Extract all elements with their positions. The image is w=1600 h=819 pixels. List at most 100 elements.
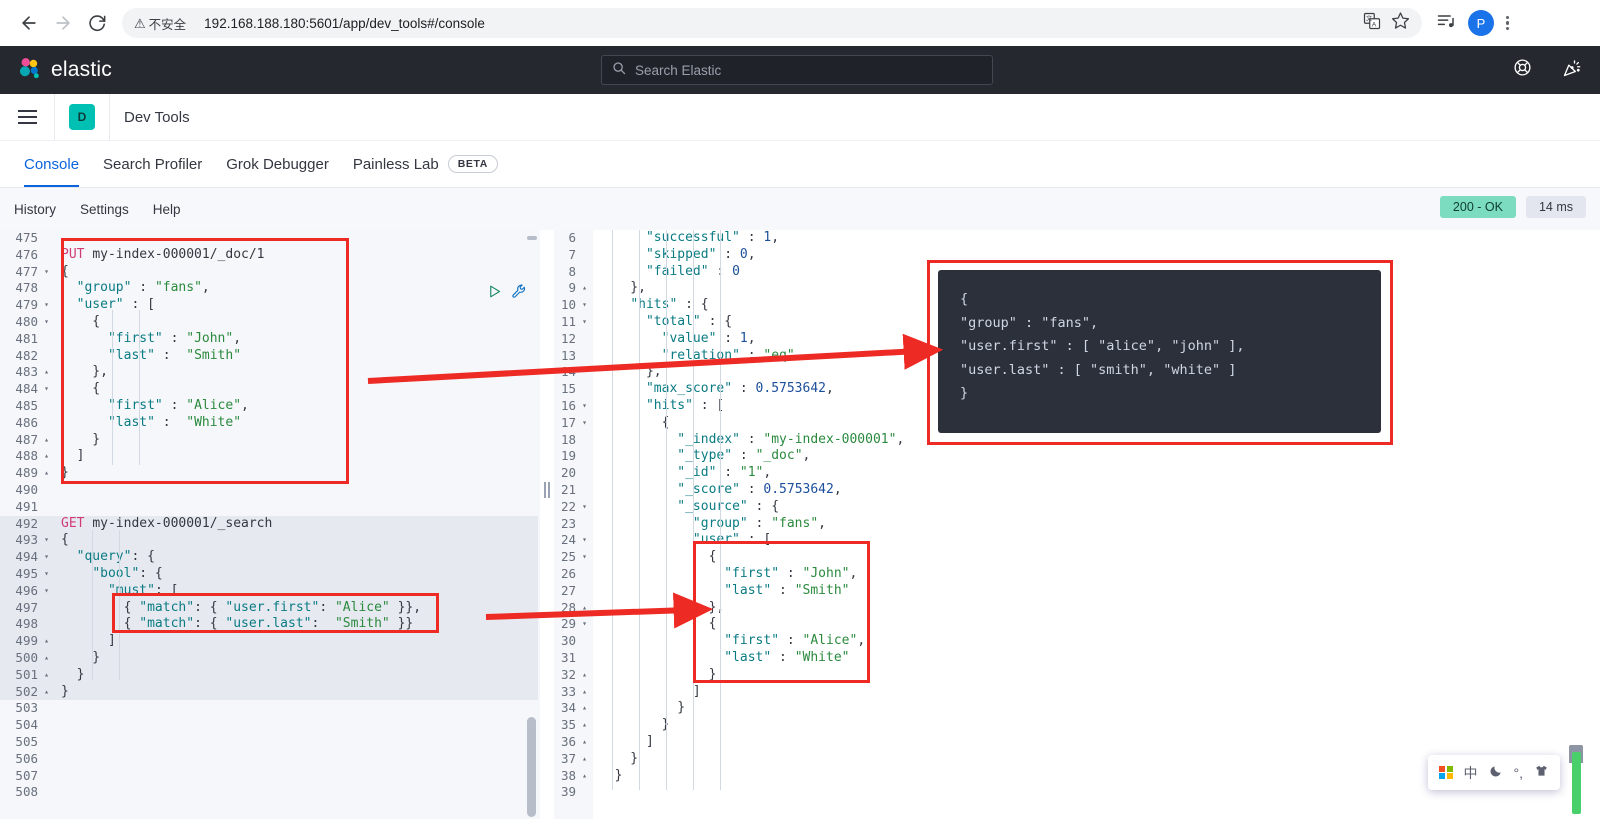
tab-grok-debugger[interactable]: Grok Debugger [214, 141, 341, 187]
code-line[interactable]: 508 [0, 784, 538, 801]
fold-toggle[interactable]: ▴ [578, 717, 591, 734]
fold-toggle[interactable]: ▾ [578, 532, 591, 549]
code-line[interactable]: 7 "skipped" : 0, [538, 247, 1600, 264]
code-line[interactable]: 484 ▾ { [0, 381, 538, 398]
wrench-icon[interactable] [511, 283, 527, 304]
code-line[interactable]: 488 ▴ ] [0, 448, 538, 465]
code-line[interactable]: 501 ▴ } [0, 666, 538, 684]
code-line[interactable]: 22 ▾ "_source" : { [538, 499, 1600, 516]
fold-toggle[interactable]: ▴ [578, 751, 591, 768]
url-text[interactable]: 192.168.188.180:5601/app/dev_tools#/cons… [204, 16, 485, 31]
code-line[interactable]: 477 ▾ { [0, 264, 538, 281]
code-line[interactable]: 483 ▴ }, [0, 364, 538, 381]
code-line[interactable]: 30 "first" : "Alice", [538, 633, 1600, 650]
code-line[interactable]: 25 ▾ { [538, 549, 1600, 566]
code-line[interactable]: 481 "first" : "John", [0, 331, 538, 348]
fold-toggle[interactable]: ▾ [40, 314, 53, 331]
star-icon[interactable] [1391, 11, 1410, 35]
code-line[interactable]: 492 GET my-index-000001/_search [0, 515, 538, 533]
fold-toggle[interactable]: ▾ [578, 549, 591, 566]
pane-splitter-handle[interactable] [540, 230, 554, 819]
help-lifebuoy-icon[interactable] [1513, 58, 1532, 82]
code-line[interactable]: 490 [0, 482, 538, 499]
fold-toggle[interactable]: ▴ [40, 364, 53, 381]
play-run-icon[interactable] [487, 284, 502, 304]
fold-toggle[interactable]: ▾ [578, 314, 591, 331]
reload-icon[interactable] [80, 6, 114, 40]
fold-toggle[interactable]: ▴ [578, 280, 591, 297]
code-line[interactable]: 26 "first" : "John", [538, 566, 1600, 583]
code-line[interactable]: 6 "successful" : 1, [538, 230, 1600, 247]
code-line[interactable]: 28 ▴ }, [538, 600, 1600, 617]
code-line[interactable]: 507 [0, 768, 538, 785]
code-line[interactable]: 24 ▾ "user" : [ [538, 532, 1600, 549]
fold-toggle[interactable]: ▴ [40, 650, 53, 667]
fold-toggle[interactable]: ▾ [40, 549, 53, 566]
code-line[interactable]: 480 ▾ { [0, 314, 538, 331]
code-line[interactable]: 31 "last" : "White" [538, 650, 1600, 667]
help-button[interactable]: Help [153, 202, 181, 217]
code-line[interactable]: 21 "_score" : 0.5753642, [538, 482, 1600, 499]
fold-toggle[interactable]: ▾ [578, 616, 591, 633]
code-line[interactable]: 498 { "match": { "user.last": "Smith" }} [0, 616, 538, 634]
code-line[interactable]: 18 "_index" : "my-index-000001", [538, 432, 1600, 449]
code-line[interactable]: 499 ▴ ] [0, 633, 538, 650]
code-line[interactable]: 496 ▾ "must": [ [0, 582, 538, 600]
code-line[interactable]: 505 [0, 734, 538, 751]
fold-toggle[interactable]: ▾ [40, 297, 53, 314]
global-search-input[interactable]: Search Elastic [601, 55, 993, 85]
code-line[interactable]: 503 [0, 700, 538, 717]
fold-toggle[interactable]: ▴ [578, 600, 591, 617]
fold-toggle[interactable]: ▴ [40, 633, 53, 650]
windows-logo-icon[interactable] [1439, 765, 1453, 780]
code-line[interactable]: 500 ▴ } [0, 649, 538, 667]
code-line[interactable]: 491 [0, 499, 538, 516]
code-line[interactable]: 35 ▴ } [538, 717, 1600, 734]
hamburger-menu-icon[interactable] [0, 94, 54, 141]
tab-console[interactable]: Console [12, 141, 91, 187]
code-line[interactable]: 497 { "match": { "user.first": "Alice" }… [0, 599, 538, 617]
forward-arrow-icon[interactable] [46, 6, 80, 40]
code-line[interactable]: 33 ▴ ] [538, 684, 1600, 701]
code-line[interactable]: 495 ▾ "bool": { [0, 565, 538, 583]
party-popper-icon[interactable] [1562, 58, 1582, 83]
moon-halfwidth-icon[interactable] [1489, 764, 1503, 781]
code-line[interactable]: 478 "group" : "fans", [0, 280, 538, 297]
fold-toggle[interactable]: ▴ [578, 700, 591, 717]
fold-toggle[interactable]: ▴ [578, 667, 591, 684]
reading-list-icon[interactable] [1436, 11, 1456, 36]
profile-avatar[interactable]: P [1468, 10, 1494, 36]
ime-mode-label[interactable]: 中 [1464, 763, 1478, 783]
code-line[interactable]: 485 "first" : "Alice", [0, 398, 538, 415]
fold-toggle[interactable]: ▴ [578, 768, 591, 785]
editor-vertical-scrollbar[interactable] [527, 717, 536, 817]
code-line[interactable]: 493 ▾ { [0, 532, 538, 550]
code-line[interactable]: 494 ▾ "query": { [0, 549, 538, 566]
ime-punctuation-label[interactable]: °, [1514, 765, 1524, 781]
fold-toggle[interactable]: ▴ [578, 684, 591, 701]
skin-shirt-icon[interactable] [1534, 764, 1549, 781]
fold-toggle[interactable]: ▾ [578, 398, 591, 415]
code-line[interactable]: 36 ▴ ] [538, 734, 1600, 751]
code-line[interactable]: 23 "group" : "fans", [538, 516, 1600, 533]
page-scroll-indicator[interactable] [1572, 752, 1581, 814]
code-line[interactable]: 502 ▴} [0, 683, 538, 701]
elastic-brand[interactable]: elastic [16, 55, 112, 86]
fold-toggle[interactable]: ▾ [578, 415, 591, 432]
code-line[interactable]: 34 ▴ } [538, 700, 1600, 717]
code-line[interactable]: 506 [0, 751, 538, 768]
history-button[interactable]: History [14, 202, 56, 217]
fold-toggle[interactable]: ▴ [578, 734, 591, 751]
fold-toggle[interactable]: ▴ [40, 684, 53, 701]
code-line[interactable]: 482 "last" : "Smith" [0, 348, 538, 365]
fold-toggle[interactable]: ▾ [40, 566, 53, 583]
address-bar[interactable]: ⚠ 不安全 192.168.188.180:5601/app/dev_tools… [122, 8, 1422, 38]
code-line[interactable]: 476 PUT my-index-000001/_doc/1 [0, 247, 538, 264]
fold-toggle[interactable]: ▾ [40, 381, 53, 398]
settings-button[interactable]: Settings [80, 202, 129, 217]
fold-toggle[interactable]: ▾ [40, 264, 53, 281]
fold-toggle[interactable]: ▴ [40, 667, 53, 684]
fold-toggle[interactable]: ▴ [40, 432, 53, 449]
translate-icon[interactable]: A文 [1363, 12, 1381, 35]
three-dot-menu-icon[interactable] [1506, 15, 1510, 31]
